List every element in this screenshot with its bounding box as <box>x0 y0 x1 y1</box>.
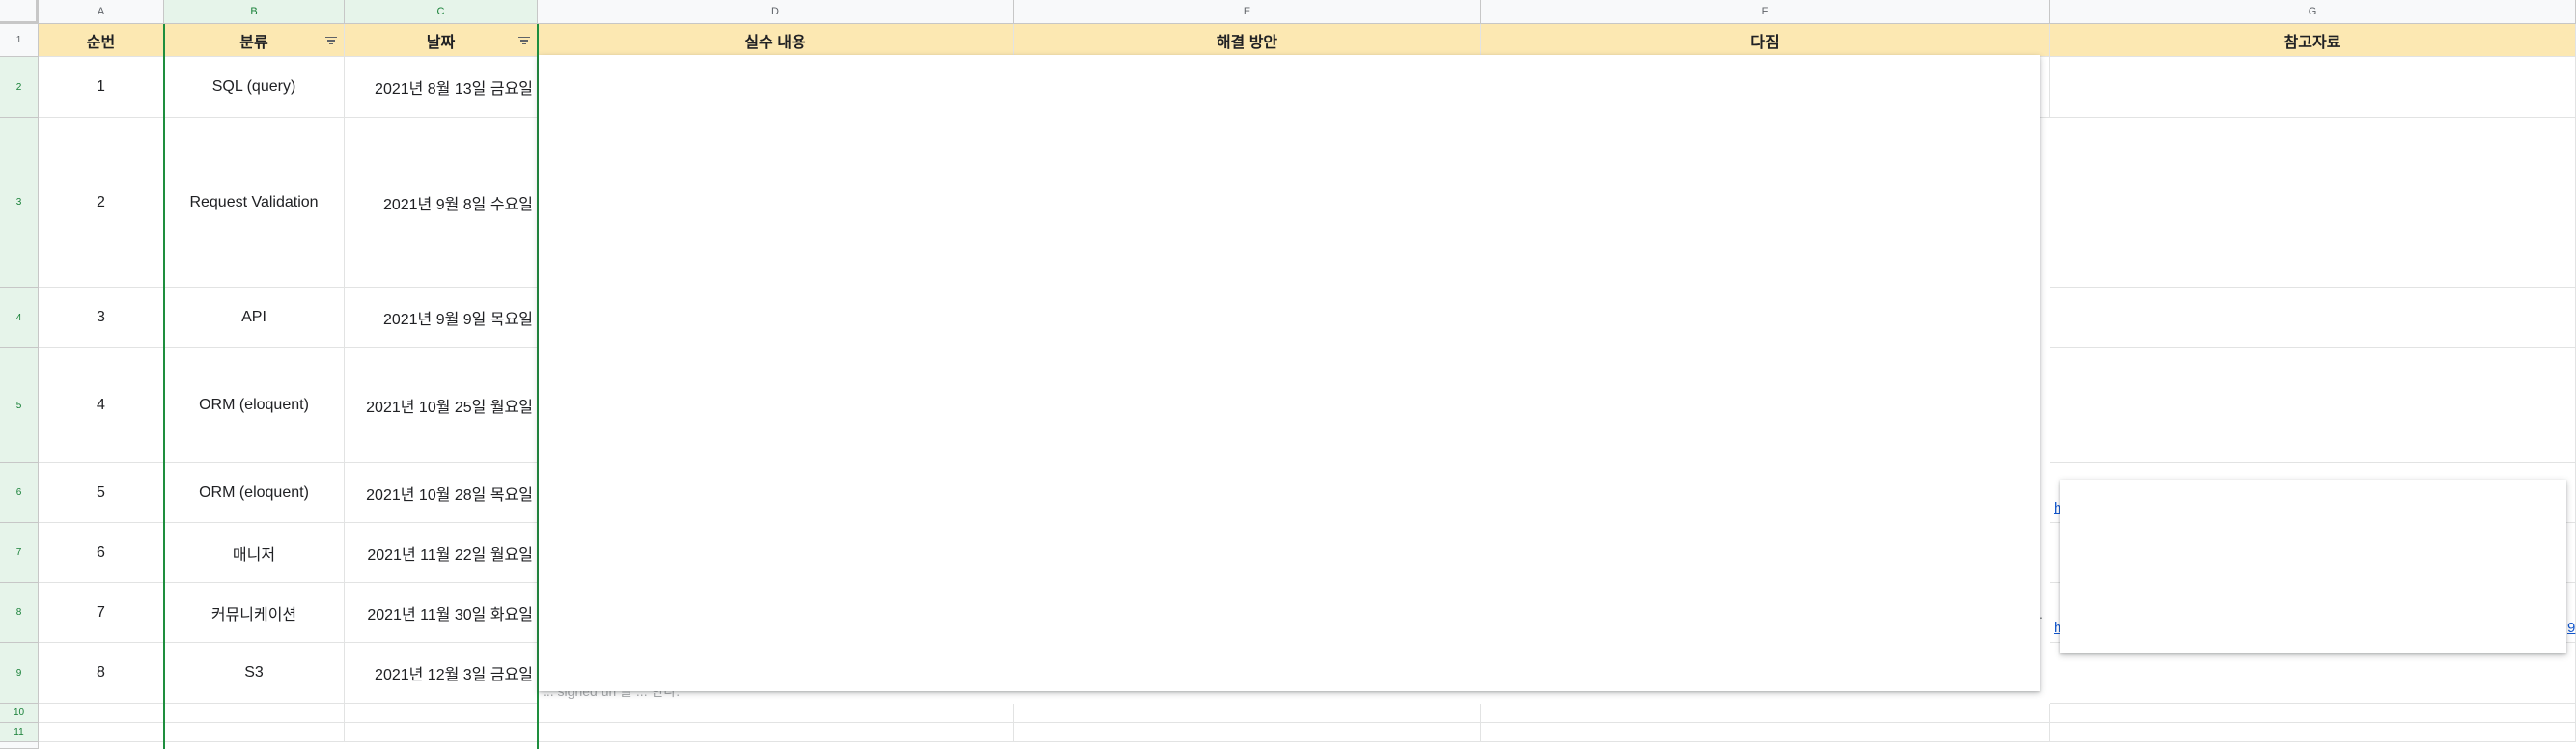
header-date-label: 날짜 <box>426 34 456 51</box>
row-header-2[interactable]: 2 <box>0 57 39 118</box>
cell-mistake[interactable] <box>538 704 1014 723</box>
cell-no[interactable]: 4 <box>39 348 164 463</box>
header-cell-resolution[interactable]: 다짐 <box>1481 24 2050 57</box>
empty-cell[interactable] <box>39 723 164 742</box>
empty-cell[interactable] <box>345 723 538 742</box>
cell-reference[interactable] <box>2050 704 2576 723</box>
header-cell-solution[interactable]: 해결 방안 <box>1014 24 1481 57</box>
cell-category[interactable]: SQL (query) <box>164 57 345 118</box>
cell-date[interactable]: 2021년 10월 25일 월요일 <box>345 348 538 463</box>
cell-date[interactable]: 2021년 11월 22일 월요일 <box>345 523 538 583</box>
row-header-6[interactable]: 6 <box>0 463 39 523</box>
cell-date[interactable]: 2021년 8월 13일 금요일 <box>345 57 538 118</box>
cell-no[interactable]: 2 <box>39 118 164 288</box>
cell-mistake[interactable] <box>538 723 1014 742</box>
cell-solution[interactable] <box>1014 704 1481 723</box>
cell-preview-popover[interactable] <box>539 55 2040 691</box>
cell-no[interactable]: 1 <box>39 57 164 118</box>
cell-date[interactable]: 2021년 11월 30일 화요일 <box>345 583 538 643</box>
select-all-corner[interactable] <box>0 0 39 24</box>
cell-no[interactable]: 5 <box>39 463 164 523</box>
column-header-c[interactable]: C <box>345 0 538 24</box>
row-header-1[interactable]: 1 <box>0 24 39 57</box>
cell-category[interactable]: S3 <box>164 643 345 704</box>
cell-resolution[interactable] <box>1481 704 2050 723</box>
column-header-g[interactable]: G <box>2050 0 2576 24</box>
cell-date[interactable]: 2021년 9월 9일 목요일 <box>345 288 538 348</box>
header-cell-no[interactable]: 순번 <box>39 24 164 57</box>
header-category-label: 분류 <box>239 34 268 51</box>
cell-date[interactable]: 2021년 9월 8일 수요일 <box>345 118 538 288</box>
cell-reference[interactable] <box>2050 118 2576 288</box>
empty-cell[interactable] <box>164 704 345 723</box>
row-header-4[interactable]: 4 <box>0 288 39 348</box>
reference-link-fragment[interactable]: 9 <box>2567 620 2575 636</box>
cell-category[interactable]: Request Validation <box>164 118 345 288</box>
header-cell-reference[interactable]: 참고자료 <box>2050 24 2576 57</box>
cell-solution[interactable] <box>1014 723 1481 742</box>
empty-cell[interactable] <box>164 723 345 742</box>
cell-date[interactable]: 2021년 12월 3일 금요일 <box>345 643 538 704</box>
row-header-3[interactable]: 3 <box>0 118 39 288</box>
column-header-a[interactable]: A <box>39 0 164 24</box>
link-preview-popover[interactable] <box>2060 480 2566 653</box>
cell-no[interactable]: 8 <box>39 643 164 704</box>
header-cell-mistake[interactable]: 실수 내용 <box>538 24 1014 57</box>
column-header-b[interactable]: B <box>164 0 345 24</box>
column-header-e[interactable]: E <box>1014 0 1481 24</box>
row-header-11[interactable]: 11 <box>0 723 39 742</box>
filter-icon[interactable] <box>518 35 531 46</box>
empty-cell[interactable] <box>39 704 164 723</box>
cell-resolution[interactable] <box>1481 723 2050 742</box>
column-header-f[interactable]: F <box>1481 0 2050 24</box>
header-cell-category[interactable]: 분류 <box>164 24 345 57</box>
cell-reference[interactable] <box>2050 57 2576 118</box>
cell-date[interactable]: 2021년 10월 28일 목요일 <box>345 463 538 523</box>
column-header-d[interactable]: D <box>538 0 1014 24</box>
cell-no[interactable]: 3 <box>39 288 164 348</box>
cell-reference[interactable] <box>2050 348 2576 463</box>
cell-no[interactable]: 7 <box>39 583 164 643</box>
cell-category[interactable]: 커뮤니케이션 <box>164 583 345 643</box>
row-header-8[interactable]: 8 <box>0 583 39 643</box>
cell-reference[interactable] <box>2050 723 2576 742</box>
cell-category[interactable]: 매니저 <box>164 523 345 583</box>
cell-category[interactable]: ORM (eloquent) <box>164 463 345 523</box>
header-cell-date[interactable]: 날짜 <box>345 24 538 57</box>
row-header-7[interactable]: 7 <box>0 523 39 583</box>
cell-no[interactable]: 6 <box>39 523 164 583</box>
row-header-12[interactable] <box>0 742 39 749</box>
filter-icon[interactable] <box>324 35 338 46</box>
cell-category[interactable]: API <box>164 288 345 348</box>
cell-category[interactable]: ORM (eloquent) <box>164 348 345 463</box>
row-header-5[interactable]: 5 <box>0 348 39 463</box>
cell-reference[interactable] <box>2050 288 2576 348</box>
row-header-10[interactable]: 10 <box>0 704 39 723</box>
row-header-9[interactable]: 9 <box>0 643 39 704</box>
selection-left-border <box>163 24 165 749</box>
empty-cell[interactable] <box>345 704 538 723</box>
